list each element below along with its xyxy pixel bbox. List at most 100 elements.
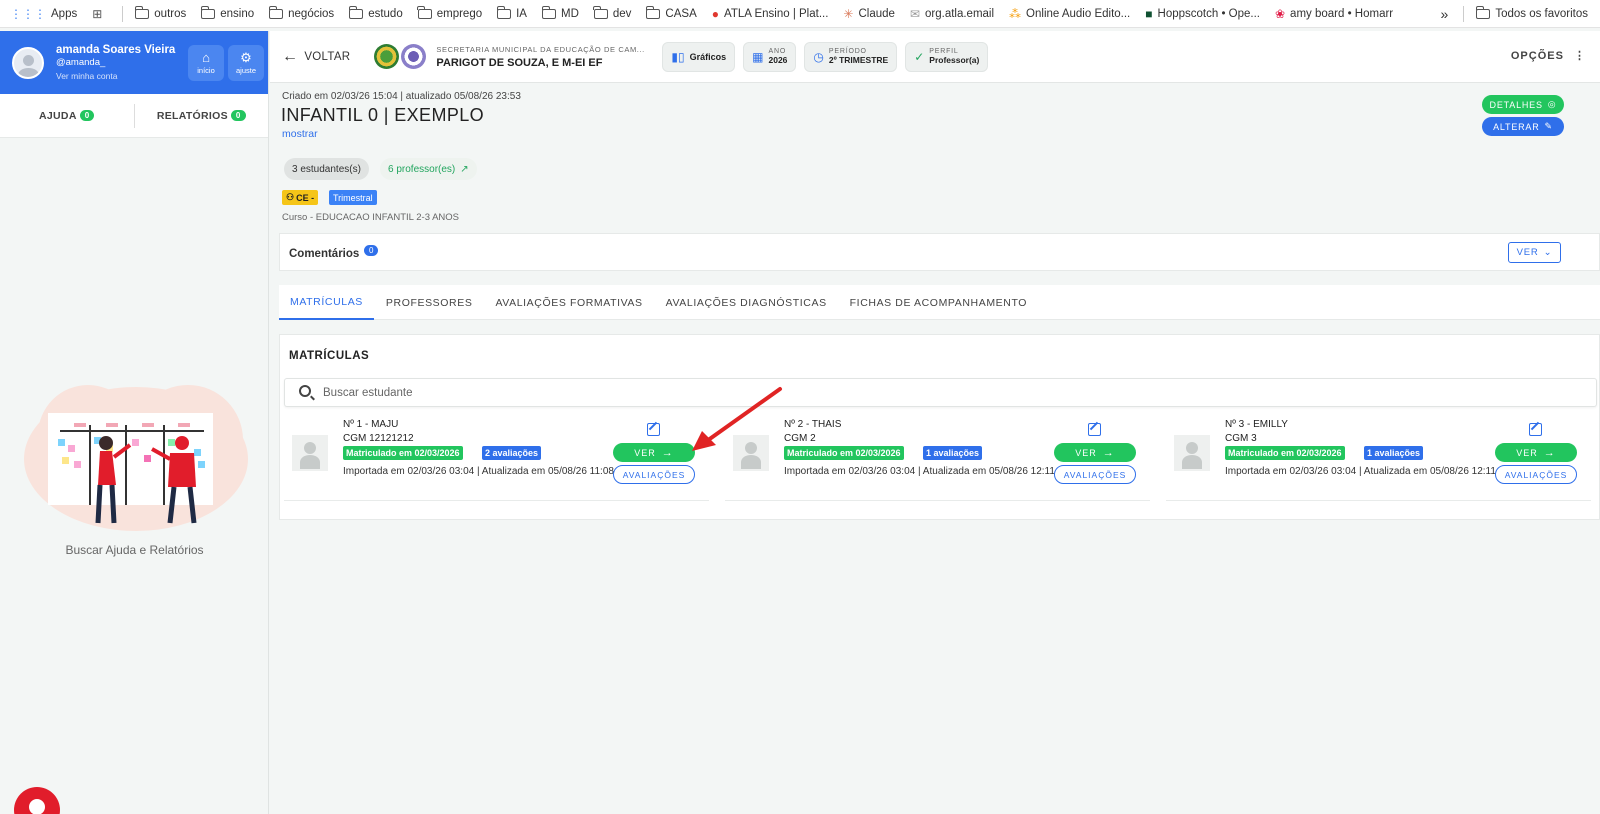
bookmark-folder-dev[interactable]: dev bbox=[593, 5, 632, 20]
account-link[interactable]: Ver minha conta bbox=[56, 71, 184, 81]
bookmark-hoppscotch[interactable]: ■ Hoppscotch • Ope... bbox=[1145, 8, 1260, 20]
year-value: 2026 bbox=[768, 55, 788, 65]
details-label: DETALHES bbox=[1489, 99, 1543, 110]
folder-icon bbox=[417, 5, 432, 19]
bookmark-apps[interactable]: ⋮⋮⋮ Apps bbox=[10, 8, 77, 20]
folder-icon bbox=[1475, 6, 1491, 19]
bookmark-email[interactable]: ✉ org.atla.email bbox=[910, 8, 994, 20]
students-count-chip[interactable]: 3 estudantes(s) bbox=[284, 158, 369, 180]
bookmark-label: org.atla.email bbox=[925, 7, 995, 20]
assessments-badge: 1 avaliações bbox=[1364, 446, 1424, 460]
ce-tag: ⚇ CE - bbox=[282, 190, 319, 205]
student-number-name: Nº 1 - MAJU bbox=[343, 419, 399, 430]
avatar[interactable] bbox=[12, 46, 44, 79]
bookmark-label: ATLA Ensino | Plat... bbox=[724, 7, 829, 20]
period-value: 2º TRIMESTRE bbox=[828, 55, 889, 65]
hoppscotch-icon: ■ bbox=[1145, 6, 1153, 21]
details-button[interactable]: DETALHES ◎ bbox=[1482, 95, 1564, 114]
chat-widget-button[interactable] bbox=[14, 787, 60, 814]
reports-count-badge: 0 bbox=[230, 109, 246, 121]
check-circle-icon: ✓ bbox=[914, 49, 925, 64]
bookmark-folder-estudo[interactable]: estudo bbox=[348, 5, 403, 20]
reports-tab[interactable]: RELATÓRIOS 0 bbox=[135, 109, 269, 122]
bookmark-audio-editor[interactable]: ⁂ Online Audio Edito... bbox=[1009, 8, 1130, 20]
bookmark-homarr[interactable]: ❀ amy board • Homarr bbox=[1275, 8, 1393, 20]
home-button[interactable]: ⌂ início bbox=[188, 44, 224, 81]
edit-icon: ✎ bbox=[1544, 121, 1553, 131]
student-avatar bbox=[1174, 435, 1210, 471]
graficos-button[interactable]: ▮▯ Gráficos bbox=[662, 41, 736, 72]
bookmark-label: IA bbox=[516, 7, 527, 20]
bookmark-label: Online Audio Edito... bbox=[1026, 7, 1131, 20]
folder-icon bbox=[268, 5, 284, 19]
edit-student-icon[interactable] bbox=[1529, 423, 1542, 436]
profile-selector[interactable]: ✓ PERFIL Professor(a) bbox=[905, 41, 989, 72]
assessments-badge: 2 avaliações bbox=[482, 446, 542, 460]
view-student-button[interactable]: VER → bbox=[1495, 443, 1577, 462]
user-panel: amanda Soares Vieira @amanda_ Ver minha … bbox=[0, 31, 268, 94]
period-label: PERÍODO bbox=[828, 48, 867, 55]
view-student-button[interactable]: VER → bbox=[613, 443, 695, 462]
bookmark-claude[interactable]: ✳ Claude bbox=[843, 8, 895, 20]
section-title: MATRÍCULAS bbox=[289, 350, 370, 362]
bookmark-folder-casa[interactable]: CASA bbox=[646, 5, 697, 20]
comments-panel: Comentários 0 VER ⌄ bbox=[279, 233, 1600, 271]
student-assessments-button[interactable]: AVALIAÇÕES bbox=[1495, 465, 1577, 484]
settings-button-label: ajuste bbox=[235, 65, 256, 75]
view-student-button[interactable]: VER → bbox=[1054, 443, 1136, 462]
student-search-input[interactable] bbox=[323, 384, 1523, 402]
claude-icon: ✳ bbox=[843, 6, 854, 21]
bookmark-label: MD bbox=[560, 7, 579, 20]
bookmark-label: Todos os favoritos bbox=[1495, 8, 1588, 20]
bookmark-label: ensino bbox=[220, 7, 255, 20]
reports-label: RELATÓRIOS bbox=[156, 109, 228, 122]
help-count-badge: 0 bbox=[79, 109, 95, 121]
import-update-text: Importada em 02/03/26 03:04 | Atualizada… bbox=[784, 466, 1055, 477]
help-tab[interactable]: AJUDA 0 bbox=[0, 109, 134, 122]
back-button[interactable]: ← VOLTAR bbox=[282, 48, 350, 66]
audio-icon: ⁂ bbox=[1009, 6, 1022, 21]
view-comments-button[interactable]: VER ⌄ bbox=[1508, 242, 1561, 263]
city-crest-logo bbox=[374, 44, 400, 69]
tab-avaliacoes-formativas[interactable]: AVALIAÇÕES FORMATIVAS bbox=[484, 285, 653, 320]
period-selector[interactable]: ◷ PERÍODO 2º TRIMESTRE bbox=[804, 41, 898, 72]
tab-fichas-acompanhamento[interactable]: FICHAS DE ACOMPANHAMENTO bbox=[839, 285, 1038, 320]
bookmarks-bar: ⋮⋮⋮ Apps ⊞ outros ensino negócios estudo… bbox=[0, 0, 1600, 28]
bookmark-atla[interactable]: ● ATLA Ensino | Plat... bbox=[712, 8, 829, 20]
bookmark-folder-outros[interactable]: outros bbox=[134, 5, 186, 20]
bookmark-folder-ia[interactable]: IA bbox=[496, 5, 527, 20]
bookmark-folder-negocios[interactable]: negócios bbox=[268, 5, 334, 20]
chevron-down-icon: ⌄ bbox=[1543, 247, 1553, 258]
bookmark-label: Hoppscotch • Ope... bbox=[1157, 7, 1260, 20]
options-menu-button[interactable]: OPÇÕES ⋮ bbox=[1511, 49, 1586, 62]
student-assessments-button[interactable]: AVALIAÇÕES bbox=[1054, 465, 1136, 484]
bookmark-all-favorites[interactable]: Todos os favoritos bbox=[1475, 6, 1588, 20]
year-label: ANO bbox=[768, 48, 787, 55]
external-link-icon: ↗ bbox=[460, 163, 469, 175]
bookmark-folder-emprego[interactable]: emprego bbox=[417, 5, 483, 20]
year-selector[interactable]: ▦ ANO 2026 bbox=[743, 41, 797, 72]
sidebar: amanda Soares Vieira @amanda_ Ver minha … bbox=[0, 31, 269, 814]
edit-class-label: ALTERAR bbox=[1493, 121, 1540, 132]
edit-student-icon[interactable] bbox=[647, 423, 660, 436]
bookmark-label: emprego bbox=[436, 7, 483, 20]
bookmark-label: dev bbox=[612, 7, 632, 20]
home-button-label: início bbox=[197, 65, 215, 75]
options-label: OPÇÕES bbox=[1510, 50, 1564, 62]
teachers-count-chip[interactable]: 6 professor(es) ↗ bbox=[380, 158, 477, 180]
tab-avaliacoes-diagnosticas[interactable]: AVALIAÇÕES DIAGNÓSTICAS bbox=[655, 285, 838, 320]
settings-button[interactable]: ⚙ ajuste bbox=[228, 44, 264, 81]
show-more-link[interactable]: mostrar bbox=[282, 128, 318, 140]
tab-matriculas[interactable]: MATRÍCULAS bbox=[279, 285, 374, 320]
bookmark-folder-ensino[interactable]: ensino bbox=[200, 5, 255, 20]
student-assessments-button[interactable]: AVALIAÇÕES bbox=[613, 465, 695, 484]
edit-student-icon[interactable] bbox=[1088, 423, 1101, 436]
bookmark-folder-md[interactable]: MD bbox=[541, 5, 579, 20]
arrow-left-icon: ← bbox=[282, 47, 299, 65]
tab-professores[interactable]: PROFESSORES bbox=[375, 285, 484, 320]
bookmarks-overflow-button[interactable]: » bbox=[1441, 6, 1449, 22]
edit-class-button[interactable]: ALTERAR ✎ bbox=[1482, 117, 1564, 136]
bar-chart-icon: ▮▯ bbox=[671, 49, 685, 64]
page-title: INFANTIL 0 | EXEMPLO bbox=[281, 105, 485, 125]
bookmark-tab-groups[interactable]: ⊞ bbox=[92, 8, 107, 20]
